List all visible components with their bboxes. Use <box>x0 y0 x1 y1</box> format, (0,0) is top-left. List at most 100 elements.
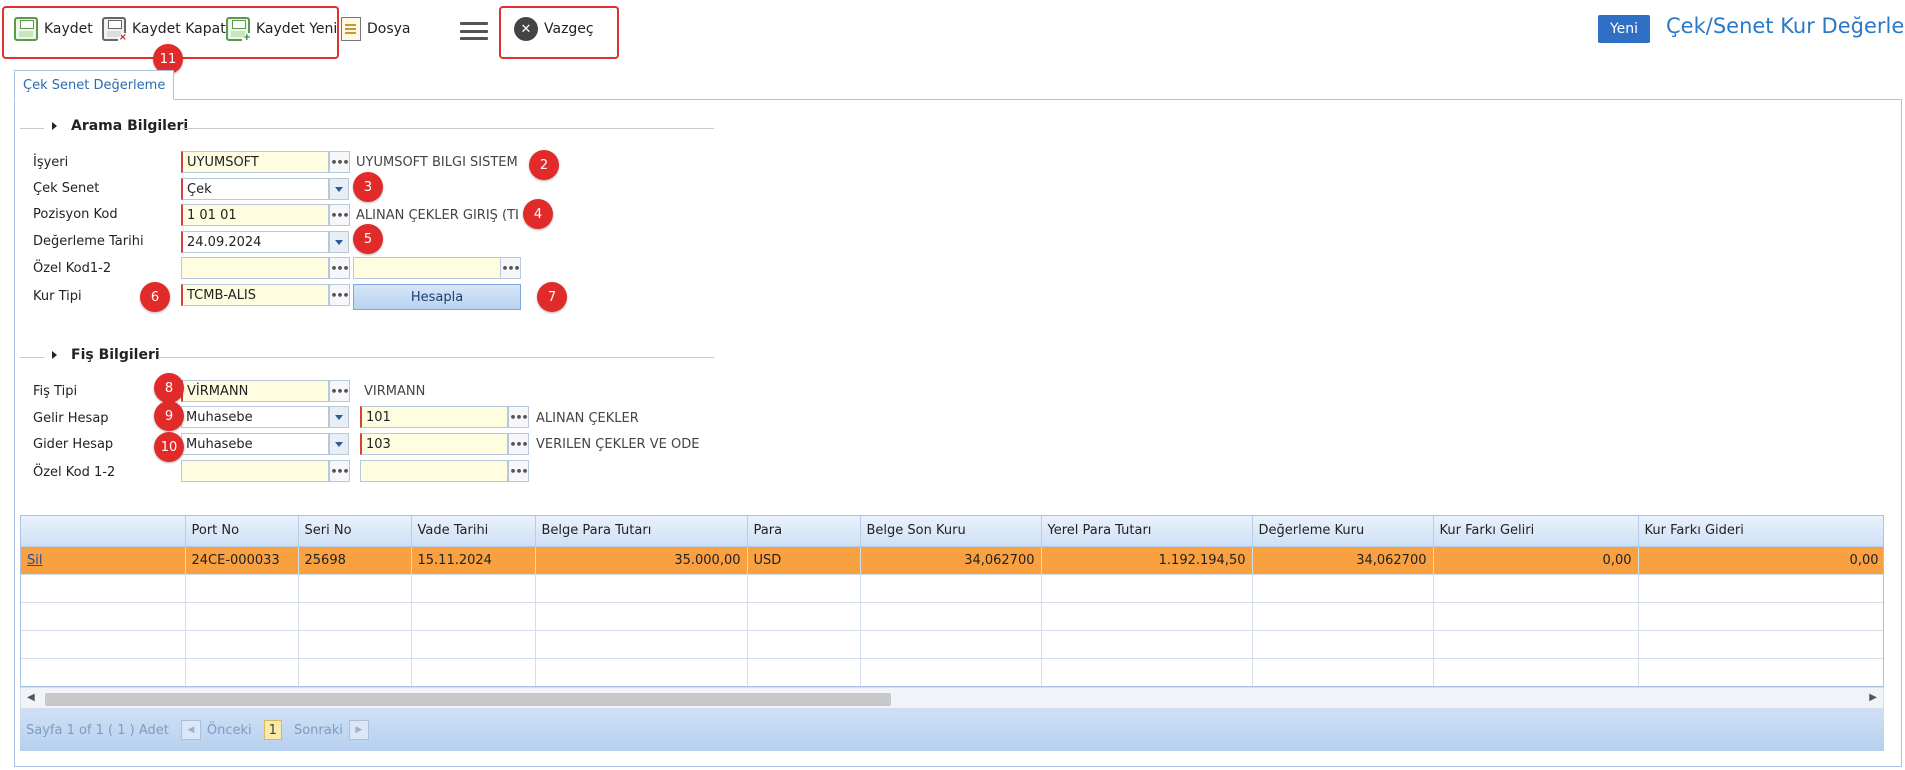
grid-header-yerel-para-tutari[interactable]: Yerel Para Tutarı <box>1041 516 1253 547</box>
isyeri-label: İşyeri <box>33 155 69 170</box>
marker-7: 7 <box>537 282 567 312</box>
ellipsis-icon: ••• <box>501 261 520 275</box>
ellipsis-icon: ••• <box>509 410 528 424</box>
pozisyon-kod-label: Pozisyon Kod <box>33 207 118 222</box>
ozel-kod1-input[interactable] <box>181 257 329 279</box>
fis-tipi-lookup-button[interactable]: ••• <box>329 380 350 402</box>
degerleme-tarihi-label: Değerleme Tarihi <box>33 234 144 249</box>
gider-hesap-lookup-button[interactable]: ••• <box>508 433 529 455</box>
degerleme-tarihi-input[interactable]: 24.09.2024 <box>181 231 329 253</box>
gelir-hesap-dropdown-arrow[interactable] <box>329 406 349 428</box>
ozel-kod2-lookup-button[interactable]: ••• <box>500 257 521 279</box>
ozel-kod1-lookup-button[interactable]: ••• <box>329 257 350 279</box>
fis-ozel-kod1-lookup-button[interactable]: ••• <box>329 460 350 482</box>
current-page[interactable]: 1 <box>263 720 282 740</box>
hamburger-menu-icon[interactable] <box>460 22 488 40</box>
fis-ozel-kod2-lookup-button[interactable]: ••• <box>508 460 529 482</box>
pozisyon-kod-input[interactable]: 1 01 01 <box>181 204 329 226</box>
gider-hesap-code-input[interactable]: 103 <box>360 433 508 455</box>
next-page-label[interactable]: Sonraki <box>294 723 343 738</box>
close-circle-icon: ✕ <box>514 17 538 41</box>
kur-tipi-lookup-button[interactable]: ••• <box>329 284 350 306</box>
save-close-icon: × <box>102 17 128 43</box>
marker-9: 9 <box>154 401 184 431</box>
triangle-right-icon <box>52 122 57 130</box>
tab-cek-senet-degerleme[interactable]: Çek Senet Değerleme <box>14 70 175 100</box>
grid-cell-para: USD <box>747 546 861 575</box>
table-row[interactable]: Sil 24CE-000033 25698 15.11.2024 35.000,… <box>21 546 1883 575</box>
kur-tipi-input[interactable]: TCMB-ALIS <box>181 284 329 306</box>
grid-header-belge-son-kuru[interactable]: Belge Son Kuru <box>860 516 1042 547</box>
fis-ozel-kod-label: Özel Kod 1-2 <box>33 465 116 480</box>
isyeri-input[interactable]: UYUMSOFT <box>181 151 329 173</box>
save-new-button[interactable]: + Kaydet Yeni <box>226 15 337 43</box>
save-new-icon: + <box>226 17 252 43</box>
grid-header-kur-farki-gideri[interactable]: Kur Farkı Gideri <box>1638 516 1883 547</box>
scroll-right-icon[interactable]: ▶ <box>1869 692 1877 703</box>
voucher-section-title: Fiş Bilgileri <box>71 347 160 363</box>
search-section-header[interactable]: Arama Bilgileri <box>20 118 188 134</box>
cek-senet-dropdown-arrow[interactable] <box>329 178 349 200</box>
horizontal-scrollbar[interactable]: ◀ ▶ <box>20 687 1884 709</box>
gelir-hesap-lookup-button[interactable]: ••• <box>508 406 529 428</box>
file-button-label: Dosya <box>367 21 411 37</box>
scroll-left-icon[interactable]: ◀ <box>27 692 35 703</box>
save-new-button-label: Kaydet Yeni <box>256 21 338 37</box>
prev-page-icon[interactable]: ◀ <box>180 720 201 740</box>
section-divider <box>158 357 714 358</box>
isyeri-description: UYUMSOFT BİLGİ SİSTEML <box>356 155 518 170</box>
marker-4: 4 <box>523 199 553 229</box>
isyeri-lookup-button[interactable]: ••• <box>329 151 350 173</box>
ellipsis-icon: ••• <box>509 437 528 451</box>
calculate-button[interactable]: Hesapla <box>353 284 521 310</box>
prev-page-label[interactable]: Önceki <box>207 723 252 738</box>
grid-header-vade-tarihi[interactable]: Vade Tarihi <box>411 516 536 547</box>
marker-5: 5 <box>353 224 383 254</box>
marker-3: 3 <box>353 172 383 202</box>
grid-header-para[interactable]: Para <box>747 516 861 547</box>
grid-header-action[interactable] <box>21 516 186 547</box>
grid-header-belge-para-tutari[interactable]: Belge Para Tutarı <box>535 516 748 547</box>
grid-cell-port-no: 24CE-000033 <box>185 546 299 575</box>
grid-header-seri-no[interactable]: Seri No <box>298 516 412 547</box>
fis-ozel-kod1-input[interactable] <box>181 460 329 482</box>
next-page-icon[interactable]: ▶ <box>348 720 369 740</box>
new-button[interactable]: Yeni <box>1598 15 1650 43</box>
grid-header-kur-farki-geliri[interactable]: Kur Farkı Geliri <box>1433 516 1639 547</box>
gelir-hesap-description: ALINAN ÇEKLER <box>536 411 639 426</box>
fis-tipi-input[interactable]: VİRMANN <box>181 380 329 402</box>
pager: Sayfa 1 of 1 ( 1 ) Adet ◀ Önceki 1 Sonra… <box>20 709 1884 751</box>
grid-cell-belge-son-kuru: 34,062700 <box>860 546 1042 575</box>
gider-hesap-dropdown-arrow[interactable] <box>329 433 349 455</box>
ellipsis-icon: ••• <box>330 464 349 478</box>
ellipsis-icon: ••• <box>330 208 349 222</box>
gelir-hesap-code-input[interactable]: 101 <box>360 406 508 428</box>
ellipsis-icon: ••• <box>330 384 349 398</box>
date-picker-arrow[interactable] <box>329 231 349 253</box>
gider-hesap-description: VERİLEN ÇEKLER VE ÖDEM <box>536 437 700 452</box>
save-button[interactable]: Kaydet <box>14 15 93 43</box>
marker-8: 8 <box>154 373 184 403</box>
pozisyon-kod-lookup-button[interactable]: ••• <box>329 204 350 226</box>
grid-cell-degerleme-kuru: 34,062700 <box>1252 546 1434 575</box>
fis-ozel-kod2-input[interactable] <box>360 460 508 482</box>
grid-cell-belge-para-tutari: 35.000,00 <box>535 546 748 575</box>
cek-senet-label: Çek Senet <box>33 181 100 196</box>
document-icon <box>341 17 361 41</box>
delete-link[interactable]: Sil <box>27 553 42 568</box>
save-close-button[interactable]: × Kaydet Kapat <box>102 15 226 43</box>
gelir-hesap-type-select[interactable]: Muhasebe <box>181 406 329 428</box>
scrollbar-thumb[interactable] <box>45 693 891 706</box>
cancel-button[interactable]: ✕ Vazgeç <box>514 15 594 43</box>
voucher-section-header[interactable]: Fiş Bilgileri <box>20 347 160 363</box>
ozel-kod2-input[interactable] <box>353 257 501 279</box>
page-title: Çek/Senet Kur Değerleme <box>1666 14 1905 38</box>
grid-cell-kur-farki-geliri: 0,00 <box>1433 546 1639 575</box>
marker-2: 2 <box>529 150 559 180</box>
grid-header-degerleme-kuru[interactable]: Değerleme Kuru <box>1252 516 1434 547</box>
grid-header-port-no[interactable]: Port No <box>185 516 299 547</box>
grid-cell-seri-no: 25698 <box>298 546 412 575</box>
gider-hesap-type-select[interactable]: Muhasebe <box>181 433 329 455</box>
cek-senet-select[interactable]: Çek <box>181 178 329 200</box>
file-button[interactable]: Dosya <box>341 15 411 43</box>
